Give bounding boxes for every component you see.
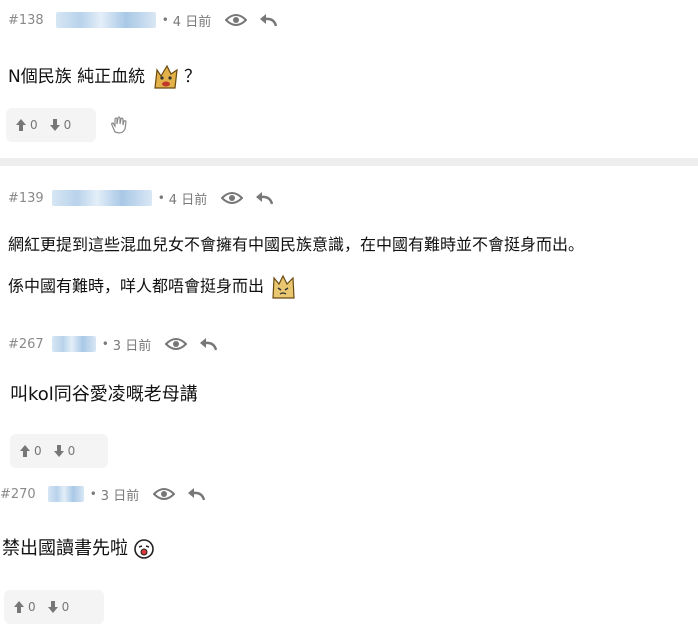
downvote-icon [49, 119, 60, 131]
comment-line: 網紅更提到這些混血兒女不會擁有中國民族意識，在中國有難時並不會挺身而出。 [8, 235, 585, 254]
emoji-sticker [153, 64, 178, 89]
downvote-button[interactable]: 0 [49, 118, 72, 132]
comment-body: N個民族 純正血統 ？ [8, 64, 201, 90]
eye-icon[interactable] [165, 337, 188, 351]
reply-icon[interactable] [255, 191, 274, 205]
emoji-sticker [133, 539, 154, 559]
comment-line: ？ [183, 67, 201, 87]
upvote-button[interactable]: 0 [16, 118, 38, 132]
meta-separator: • [161, 13, 169, 27]
comment-number[interactable]: #267 [8, 337, 44, 352]
downvote-count: 0 [67, 444, 76, 458]
hand-icon[interactable] [110, 116, 128, 134]
downvote-count: 0 [63, 118, 72, 132]
reply-icon[interactable] [199, 337, 218, 351]
vote-bar: 0 0 [10, 434, 108, 468]
comment-meta: #139 • 4 日前 [8, 188, 274, 208]
meta-separator: • [157, 191, 165, 205]
blurred-username[interactable] [51, 190, 152, 206]
comment-number[interactable]: #139 [8, 191, 44, 206]
vote-bar: 0 0 [6, 108, 96, 142]
upvote-button[interactable]: 0 [14, 600, 36, 614]
comment-time: 3 日前 [100, 488, 140, 504]
vote-bar: 0 0 [4, 590, 104, 624]
comment-line: 禁出國讀書先啦 [2, 538, 128, 559]
upvote-count: 0 [30, 118, 38, 132]
eye-icon[interactable] [221, 191, 244, 205]
comment-time: 4 日前 [172, 14, 212, 30]
downvote-button[interactable]: 0 [53, 444, 76, 458]
downvote-icon [53, 445, 64, 457]
comment-time: 4 日前 [168, 192, 208, 208]
emoji-sticker [272, 274, 295, 299]
comment-body: 係中國有難時，咩人都唔會挺身而出 [8, 274, 297, 300]
comment-body: 禁出國讀書先啦 [2, 538, 154, 560]
comment-meta: #138 • 4 日前 [8, 10, 278, 30]
upvote-count: 0 [34, 444, 42, 458]
eye-icon[interactable] [225, 13, 248, 27]
post-divider [0, 158, 698, 166]
downvote-count: 0 [61, 600, 70, 614]
comment-number[interactable]: #138 [8, 13, 44, 28]
comment-line: 係中國有難時，咩人都唔會挺身而出 [8, 276, 265, 296]
meta-separator: • [89, 487, 97, 501]
downvote-button[interactable]: 0 [47, 600, 70, 614]
comment-line: 叫kol同谷愛凌嘅老母講 [10, 384, 198, 405]
upvote-icon [16, 119, 26, 131]
blurred-username[interactable] [47, 486, 84, 502]
blurred-username[interactable] [55, 12, 156, 28]
reply-icon[interactable] [259, 13, 278, 27]
comment-body: 叫kol同谷愛凌嘅老母講 [10, 384, 198, 406]
upvote-button[interactable]: 0 [20, 444, 42, 458]
meta-separator: • [101, 337, 109, 351]
blurred-username[interactable] [51, 336, 96, 352]
comment-meta: #270 • 3 日前 [0, 484, 206, 504]
comment-meta: #267 • 3 日前 [8, 334, 218, 354]
downvote-icon [47, 601, 58, 613]
upvote-count: 0 [28, 600, 36, 614]
comment-line: N個民族 純正血統 [8, 67, 146, 87]
comment-number[interactable]: #270 [0, 487, 36, 502]
reply-icon[interactable] [187, 487, 206, 501]
upvote-icon [20, 445, 30, 457]
comment-body: 網紅更提到這些混血兒女不會擁有中國民族意識，在中國有難時並不會挺身而出。 [8, 234, 584, 256]
eye-icon[interactable] [153, 487, 176, 501]
comment-time: 3 日前 [112, 338, 152, 354]
upvote-icon [14, 601, 24, 613]
